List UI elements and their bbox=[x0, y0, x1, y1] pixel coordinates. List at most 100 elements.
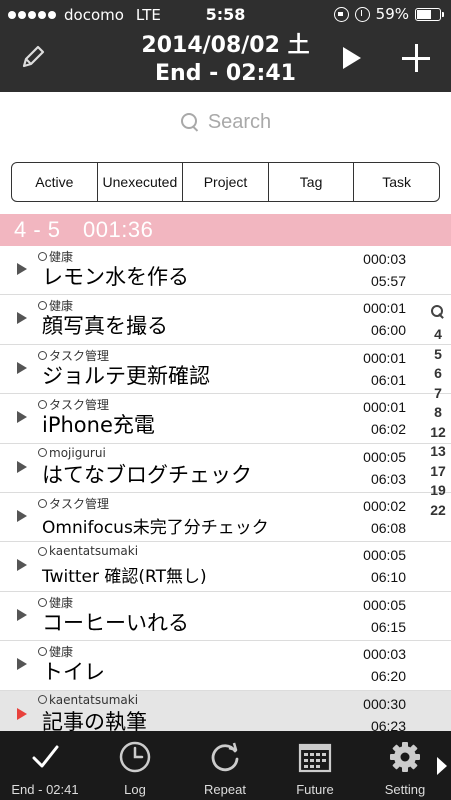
task-duration: 000:01 bbox=[363, 399, 406, 416]
task-row[interactable]: 健康 コーヒーいれる 000:05 06:15 bbox=[0, 591, 451, 642]
tab-future-label: Future bbox=[296, 782, 334, 797]
task-duration: 000:30 bbox=[363, 695, 406, 712]
segment-tag[interactable]: Tag bbox=[269, 163, 355, 201]
gear-icon bbox=[390, 742, 420, 772]
task-duration: 000:05 bbox=[363, 448, 406, 465]
play-task-icon[interactable] bbox=[17, 312, 27, 325]
play-task-icon[interactable] bbox=[17, 608, 27, 621]
tab-repeat-label: Repeat bbox=[204, 782, 246, 797]
task-start-time: 05:57 bbox=[370, 273, 406, 289]
task-duration: 000:01 bbox=[363, 300, 406, 317]
task-row[interactable]: タスク管理 ジョルテ更新確認 000:01 06:01 bbox=[0, 344, 451, 395]
segment-project[interactable]: Project bbox=[183, 163, 269, 201]
task-start-time: 06:00 bbox=[370, 322, 406, 339]
index-item[interactable]: 12 bbox=[426, 423, 450, 443]
index-item[interactable]: 19 bbox=[426, 481, 450, 501]
index-item[interactable]: 7 bbox=[426, 384, 450, 404]
plus-icon[interactable] bbox=[400, 42, 432, 74]
play-task-icon[interactable] bbox=[17, 707, 27, 720]
task-duration: 000:05 bbox=[363, 547, 406, 564]
task-project-label: タスク管理 bbox=[49, 496, 110, 511]
project-icon bbox=[38, 695, 47, 705]
segment-active[interactable]: Active bbox=[12, 163, 98, 201]
task-row[interactable]: mojigurui はてなブログチェック 000:05 06:03 bbox=[0, 443, 451, 493]
play-task-icon[interactable] bbox=[17, 559, 27, 572]
calendar-icon bbox=[298, 743, 332, 773]
task-name: Omnifocus未完了分チェック bbox=[42, 517, 269, 538]
task-start-time: 06:10 bbox=[370, 569, 406, 586]
tab-bar: End - 02:41 Log Repeat Future Setting bbox=[0, 731, 451, 800]
task-row[interactable]: 健康 レモン水を作る 000:03 05:57 bbox=[0, 246, 451, 296]
task-name: レモン水を作る bbox=[42, 265, 189, 289]
task-duration: 000:01 bbox=[363, 349, 406, 366]
play-task-icon[interactable] bbox=[17, 460, 27, 473]
index-item[interactable]: 8 bbox=[426, 403, 450, 423]
play-task-icon[interactable] bbox=[17, 361, 27, 374]
status-bar: docomo LTE 5:58 59% bbox=[0, 0, 451, 30]
task-project-label: mojigurui bbox=[49, 445, 106, 460]
battery-icon bbox=[415, 7, 444, 21]
task-project: kaentatsumaki bbox=[38, 693, 138, 707]
filter-segmented-control: Active Unexecuted Project Tag Task bbox=[11, 162, 440, 202]
play-icon[interactable] bbox=[340, 46, 364, 70]
header-title: 2014/08/02 土 End - 02:41 bbox=[0, 32, 451, 88]
tab-future[interactable]: Future bbox=[270, 731, 360, 800]
task-name: Twitter 確認(RT無し) bbox=[42, 567, 207, 588]
search-placeholder: Search bbox=[207, 110, 272, 133]
task-name: 記事の執筆 bbox=[42, 709, 147, 731]
tab-repeat[interactable]: Repeat bbox=[180, 731, 270, 800]
task-row[interactable]: kaentatsumaki Twitter 確認(RT無し) 000:05 06:10 bbox=[0, 542, 451, 592]
segment-unexecuted[interactable]: Unexecuted bbox=[98, 163, 184, 201]
repeat-icon bbox=[211, 742, 239, 772]
task-start-time: 06:03 bbox=[370, 470, 406, 487]
project-icon bbox=[38, 301, 47, 311]
tab-end[interactable]: End - 02:41 bbox=[0, 731, 90, 800]
project-icon bbox=[38, 350, 47, 360]
header-end-time: End - 02:41 bbox=[155, 61, 296, 86]
task-start-time: 06:08 bbox=[370, 519, 406, 536]
task-row[interactable]: タスク管理 iPhone充電 000:01 06:02 bbox=[0, 394, 451, 444]
project-icon bbox=[38, 448, 47, 458]
play-task-icon[interactable] bbox=[17, 411, 27, 424]
battery-fill bbox=[417, 9, 432, 19]
task-start-time: 06:20 bbox=[370, 668, 406, 685]
task-row[interactable]: kaentatsumaki 記事の執筆 000:30 06:23 bbox=[0, 690, 451, 731]
task-start-time: 06:15 bbox=[370, 618, 406, 635]
task-project: タスク管理 bbox=[38, 495, 109, 512]
index-item[interactable]: 4 bbox=[426, 325, 450, 345]
chevron-right-icon[interactable] bbox=[437, 757, 447, 777]
section-header: 4 - 5 001:36 bbox=[0, 214, 451, 246]
task-name: はてなブログチェック bbox=[42, 462, 252, 487]
index-item[interactable]: 13 bbox=[426, 442, 450, 462]
segment-task[interactable]: Task bbox=[354, 163, 439, 201]
project-icon bbox=[38, 546, 47, 556]
tab-setting-label: Setting bbox=[384, 782, 426, 797]
battery-percent: 59% bbox=[375, 5, 409, 23]
index-item[interactable]: 6 bbox=[426, 364, 450, 384]
task-row[interactable]: タスク管理 Omnifocus未完了分チェック 000:02 06:08 bbox=[0, 492, 451, 543]
task-name: 顔写真を撮る bbox=[42, 314, 168, 339]
header: 2014/08/02 土 End - 02:41 bbox=[0, 30, 451, 92]
index-item[interactable]: 22 bbox=[426, 501, 450, 521]
task-row[interactable]: 健康 トイレ 000:03 06:20 bbox=[0, 641, 451, 691]
tab-log-label: Log bbox=[124, 782, 146, 797]
section-index[interactable]: 4 5 6 7 8 12 13 17 19 22 bbox=[426, 305, 450, 520]
play-task-icon[interactable] bbox=[17, 263, 27, 275]
search-bar[interactable]: Search bbox=[0, 92, 451, 152]
task-duration: 000:03 bbox=[363, 251, 406, 267]
index-search-icon[interactable] bbox=[431, 305, 445, 319]
tab-log[interactable]: Log bbox=[90, 731, 180, 800]
index-item[interactable]: 17 bbox=[426, 462, 450, 482]
index-item[interactable]: 5 bbox=[426, 345, 450, 365]
play-task-icon[interactable] bbox=[17, 658, 27, 671]
task-duration: 000:03 bbox=[363, 646, 406, 663]
top-bar: docomo LTE 5:58 59% 2014/08/02 土 End - 0… bbox=[0, 0, 451, 92]
task-duration: 000:05 bbox=[363, 596, 406, 613]
task-row[interactable]: 健康 顔写真を撮る 000:01 06:00 bbox=[0, 295, 451, 345]
task-name: iPhone充電 bbox=[42, 413, 155, 438]
play-task-icon[interactable] bbox=[17, 509, 27, 522]
task-project-label: kaentatsumaki bbox=[49, 544, 139, 559]
checkmark-icon bbox=[32, 745, 59, 768]
task-name: コーヒーいれる bbox=[42, 610, 189, 635]
project-icon bbox=[38, 400, 47, 410]
